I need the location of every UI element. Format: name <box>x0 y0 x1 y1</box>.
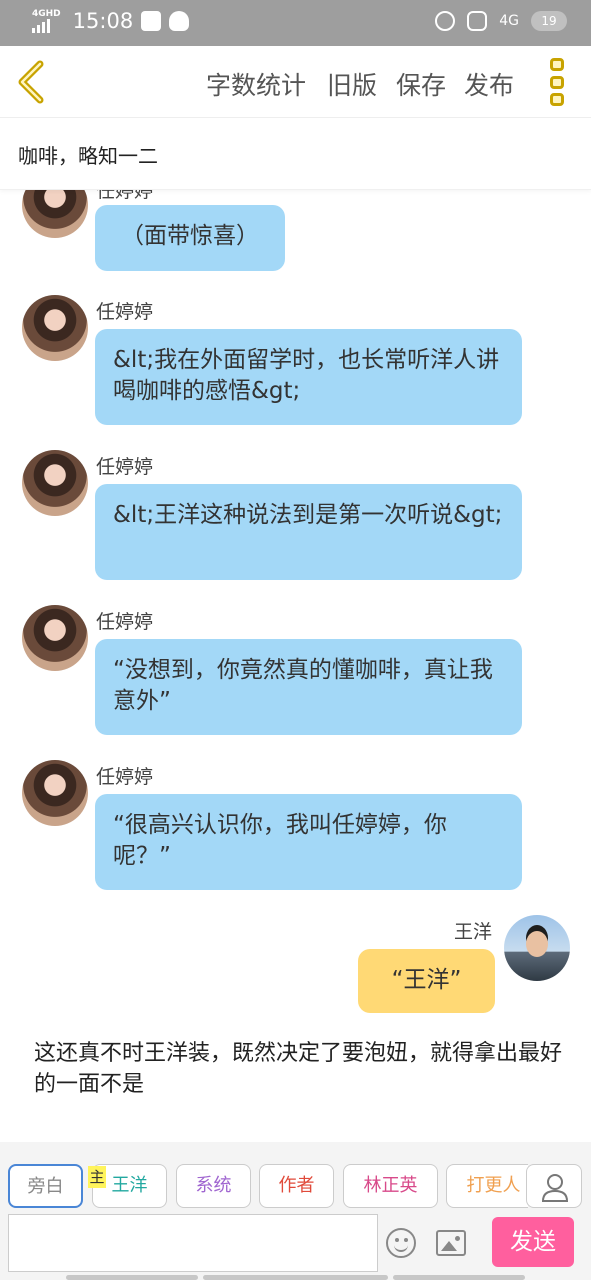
avatar[interactable] <box>504 915 570 981</box>
role-chip-label: 作者 <box>278 1175 315 1196</box>
old-version-button[interactable]: 旧版 <box>327 66 377 102</box>
avatar[interactable] <box>22 190 88 238</box>
battery-level: 19 <box>541 14 557 28</box>
nav-indicator <box>66 1275 198 1280</box>
status-bar: 4GHD 15:08 4G 19 <box>0 0 591 46</box>
mute-icon <box>467 11 488 31</box>
chapter-title: 咖啡，略知一二 <box>18 144 158 168</box>
speaker-name: 任婷婷 <box>96 611 154 633</box>
chapter-title-bar[interactable]: 咖啡，略知一二 <box>0 118 591 190</box>
signal-icon <box>32 18 61 33</box>
role-chip-label: 林正英 <box>363 1175 418 1196</box>
role-chip-dagengren[interactable]: 打更人 <box>446 1164 528 1208</box>
more-menu-icon[interactable] <box>550 58 566 106</box>
message-bubble[interactable]: “王洋” <box>358 949 495 1013</box>
message-icon <box>141 11 162 31</box>
speaker-name: 任婷婷 <box>96 190 154 202</box>
role-chip-label: 打更人 <box>466 1175 521 1196</box>
avatar[interactable] <box>22 295 88 361</box>
person-icon <box>541 1174 569 1202</box>
role-chip-linzhengying[interactable]: 林正英 <box>343 1164 438 1208</box>
publish-button[interactable]: 发布 <box>464 66 514 102</box>
back-chevron-icon[interactable] <box>14 60 54 104</box>
message-input[interactable] <box>8 1214 378 1272</box>
speaker-name: 王洋 <box>454 921 493 943</box>
avatar[interactable] <box>22 605 88 671</box>
message-bubble[interactable]: &lt;我在外面留学时，也长常听洋人讲喝咖啡的感悟&gt; <box>95 329 522 425</box>
nav-indicator <box>203 1275 388 1280</box>
role-chip-label: 王洋 <box>111 1175 148 1196</box>
battery-icon: 19 <box>531 11 567 31</box>
avatar[interactable] <box>22 760 88 826</box>
emoji-icon[interactable] <box>386 1228 416 1258</box>
notification-icon <box>169 11 190 31</box>
role-selector: 旁白 王洋 系统 作者 林正英 打更人 <box>8 1164 528 1208</box>
chat-area[interactable]: 任婷婷 （面带惊喜） 任婷婷 &lt;我在外面留学时，也长常听洋人讲喝咖啡的感悟… <box>0 190 591 1142</box>
send-button[interactable]: 发送 <box>492 1217 574 1267</box>
message-bubble[interactable]: &lt;王洋这种说法到是第一次听说&gt; <box>95 484 522 580</box>
speaker-name: 任婷婷 <box>96 766 154 788</box>
network-type: 4G <box>499 13 519 29</box>
message-bubble[interactable]: “没想到，你竟然真的懂咖啡，真让我意外” <box>95 639 522 735</box>
word-count-button[interactable]: 字数统计 <box>206 66 306 102</box>
message-bubble[interactable]: “很高兴认识你，我叫任婷婷，你呢？” <box>95 794 522 890</box>
role-chip-author[interactable]: 作者 <box>259 1164 334 1208</box>
input-panel: 旁白 王洋 系统 作者 林正英 打更人 主 发送 <box>0 1142 591 1280</box>
image-icon[interactable] <box>436 1230 466 1256</box>
nav-indicator <box>393 1275 525 1280</box>
main-role-badge: 主 <box>88 1166 106 1188</box>
role-chip-label: 旁白 <box>27 1176 64 1197</box>
save-button[interactable]: 保存 <box>396 66 446 102</box>
speaker-name: 任婷婷 <box>96 456 154 478</box>
message-bubble[interactable]: （面带惊喜） <box>95 205 285 271</box>
network-label: 4GHD <box>32 8 61 19</box>
role-chip-system[interactable]: 系统 <box>176 1164 251 1208</box>
narration-text[interactable]: 这还真不时王洋装，既然决定了要泡妞，就得拿出最好的一面不是 <box>34 1038 564 1100</box>
role-chip-narrator[interactable]: 旁白 <box>8 1164 83 1208</box>
alarm-icon <box>435 11 456 31</box>
status-time: 15:08 <box>72 9 134 33</box>
role-chip-label: 系统 <box>195 1175 232 1196</box>
speaker-name: 任婷婷 <box>96 301 154 323</box>
top-toolbar: 字数统计 旧版 保存 发布 <box>0 46 591 118</box>
avatar[interactable] <box>22 450 88 516</box>
add-role-button[interactable] <box>526 1164 582 1208</box>
